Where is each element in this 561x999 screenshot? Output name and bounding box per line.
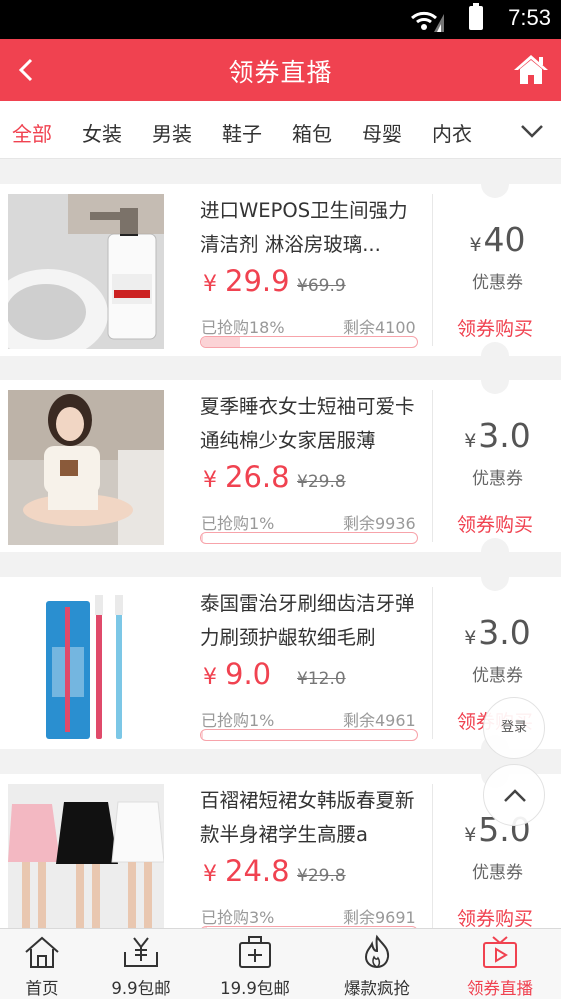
remaining-count: 剩余4100 [343, 318, 416, 337]
product-price: ¥24.8 [203, 854, 290, 888]
product-card[interactable]: 百褶裙短裙女韩版春夏新款半身裙学生高腰a ¥24.8 ¥29.8 已抢购3% 剩… [0, 760, 561, 946]
divider [432, 587, 433, 739]
tab-bags[interactable]: 箱包 [292, 118, 332, 147]
nav-label: 领券直播 [467, 979, 533, 998]
app-header: 领券直播 [0, 39, 561, 101]
product-image [8, 194, 164, 349]
tv-play-icon [483, 936, 517, 968]
coupon-label: 优惠券 [472, 863, 523, 883]
product-card[interactable]: 泰国雷治牙刷细齿洁牙弹力刷颈护龈软细毛刷 ¥9.0 ¥12.0 已抢购1% 剩余… [0, 563, 561, 763]
grabbed-percent: 已抢购3% [201, 908, 275, 927]
nav-hot-deals[interactable]: 爆款疯抢 [330, 929, 424, 999]
app-screen: 7:53 领券直播 全部 女装 男装 鞋子 箱包 母婴 内衣 进口WEPOS卫生… [0, 0, 561, 999]
back-to-top-button[interactable] [483, 764, 545, 826]
product-image [8, 784, 164, 939]
nav-label: 19.9包邮 [220, 979, 290, 998]
signal-icon [411, 11, 444, 32]
coupon-label: 优惠券 [472, 469, 523, 489]
nav-label: 首页 [25, 979, 59, 998]
product-image [8, 390, 164, 545]
clock: 7:53 [508, 5, 551, 30]
medical-box-icon [239, 936, 271, 968]
product-name: 百褶裙短裙女韩版春夏新款半身裙学生高腰a [200, 789, 415, 846]
original-price: ¥69.9 [297, 276, 346, 296]
tab-all[interactable]: 全部 [12, 118, 52, 147]
coupon-label: 优惠券 [472, 273, 523, 293]
sales-progress-bar [200, 532, 418, 544]
product-name: 泰国雷治牙刷细齿洁牙弹力刷颈护龈软细毛刷 [200, 592, 415, 649]
get-coupon-buy-button[interactable]: 领券购买 [434, 510, 556, 537]
divider [432, 784, 433, 936]
get-coupon-buy-button[interactable]: 领券购买 [434, 904, 556, 931]
coupon-amount: ¥40 [469, 220, 526, 259]
get-coupon-buy-button[interactable]: 领券购买 [434, 314, 556, 341]
home-icon[interactable] [513, 53, 549, 85]
page-title: 领券直播 [228, 58, 333, 87]
product-price: ¥29.9 [203, 264, 290, 298]
tab-shoes[interactable]: 鞋子 [222, 118, 262, 147]
coupon-amount: ¥3.0 [464, 416, 531, 455]
home-outline-icon [25, 936, 59, 968]
status-bar: 7:53 [0, 0, 561, 39]
coupon-amount: ¥3.0 [464, 613, 531, 652]
product-card[interactable]: 进口WEPOS卫生间强力清洁剂 淋浴房玻璃... ¥29.9 ¥69.9 已抢购… [0, 170, 561, 370]
grabbed-percent: 已抢购1% [201, 514, 275, 533]
bottom-nav: 首页 9.9包邮 19.9包邮 爆款疯抢 领券直播 [0, 928, 561, 999]
divider [432, 194, 433, 346]
original-price: ¥29.8 [297, 866, 346, 886]
divider [432, 390, 433, 542]
login-float-button[interactable]: 登录 [483, 697, 545, 759]
chevron-up-icon [504, 789, 526, 802]
product-name: 夏季睡衣女士短袖可爱卡通纯棉少女家居服薄 [200, 395, 415, 452]
product-card[interactable]: 夏季睡衣女士短袖可爱卡通纯棉少女家居服薄 ¥26.8 ¥29.8 已抢购1% 剩… [0, 366, 561, 566]
nav-9-9-free-shipping[interactable]: 9.9包邮 [96, 929, 186, 999]
tab-underwear[interactable]: 内衣 [432, 118, 472, 147]
coupon-label: 优惠券 [472, 666, 523, 686]
grabbed-percent: 已抢购1% [201, 711, 275, 730]
yen-tray-icon [124, 937, 158, 967]
grabbed-percent: 已抢购18% [201, 318, 285, 337]
category-tabs: 全部 女装 男装 鞋子 箱包 母婴 内衣 [0, 101, 561, 159]
chevron-down-icon[interactable] [519, 121, 545, 141]
battery-icon [469, 3, 483, 30]
nav-label: 9.9包邮 [111, 979, 171, 998]
remaining-count: 剩余9691 [343, 908, 416, 927]
product-price: ¥26.8 [203, 460, 290, 494]
nav-19-9-free-shipping[interactable]: 19.9包邮 [206, 929, 304, 999]
nav-home[interactable]: 首页 [0, 929, 84, 999]
nav-label: 爆款疯抢 [344, 979, 410, 998]
remaining-count: 剩余4961 [343, 711, 416, 730]
remaining-count: 剩余9936 [343, 514, 416, 533]
tab-baby[interactable]: 母婴 [362, 118, 402, 147]
flame-icon [364, 934, 390, 969]
sales-progress-bar [200, 729, 418, 741]
tab-womens-clothing[interactable]: 女装 [82, 118, 122, 147]
product-name: 进口WEPOS卫生间强力清洁剂 淋浴房玻璃... [200, 199, 408, 256]
nav-coupon-live[interactable]: 领券直播 [450, 929, 550, 999]
sales-progress-bar [200, 336, 418, 348]
tab-mens-clothing[interactable]: 男装 [152, 118, 192, 147]
original-price: ¥12.0 [297, 669, 346, 689]
original-price: ¥29.8 [297, 472, 346, 492]
product-price: ¥9.0 [203, 657, 272, 691]
product-image [8, 587, 164, 742]
